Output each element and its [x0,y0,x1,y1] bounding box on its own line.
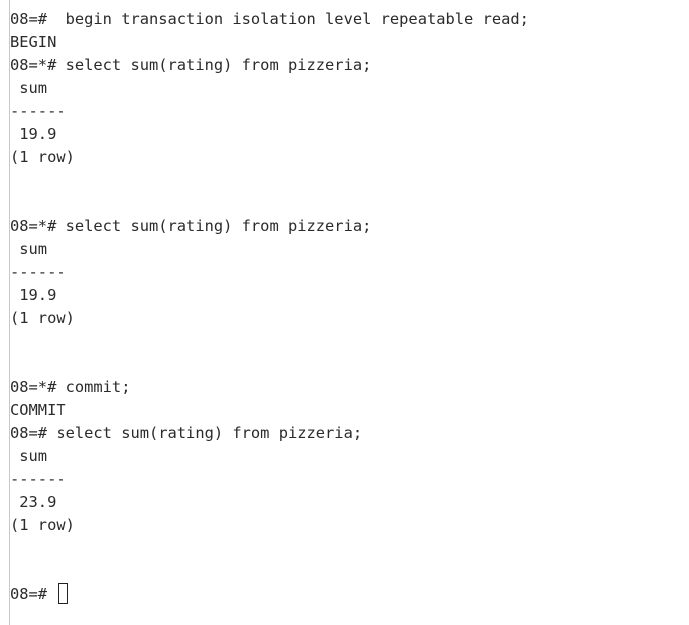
prompt-text: 08=# [10,585,48,603]
result-separator: ------ [10,102,66,120]
command-line: 08=# begin transaction isolation level r… [10,10,529,28]
command-line: 08=*# select sum(rating) from pizzeria; [10,56,372,74]
text-cursor[interactable] [58,583,69,604]
row-count: (1 row) [10,309,75,327]
result-column-header: sum [10,447,48,465]
result-separator: ------ [10,470,66,488]
row-count: (1 row) [10,148,75,166]
result-column-header: sum [10,79,48,97]
result-value: 23.9 [10,493,57,511]
output-line: COMMIT [10,401,66,419]
result-value: 19.9 [10,125,57,143]
command-line: 08=*# select sum(rating) from pizzeria; [10,217,372,235]
result-column-header: sum [10,240,48,258]
command-line: 08=*# commit; [10,378,131,396]
output-line: BEGIN [10,33,57,51]
row-count: (1 row) [10,516,75,534]
command-line: 08=# select sum(rating) from pizzeria; [10,424,363,442]
prompt-line[interactable]: 08=# [10,583,69,606]
terminal-output[interactable]: 08=# begin transaction isolation level r… [9,0,681,625]
result-value: 19.9 [10,286,57,304]
result-separator: ------ [10,263,66,281]
